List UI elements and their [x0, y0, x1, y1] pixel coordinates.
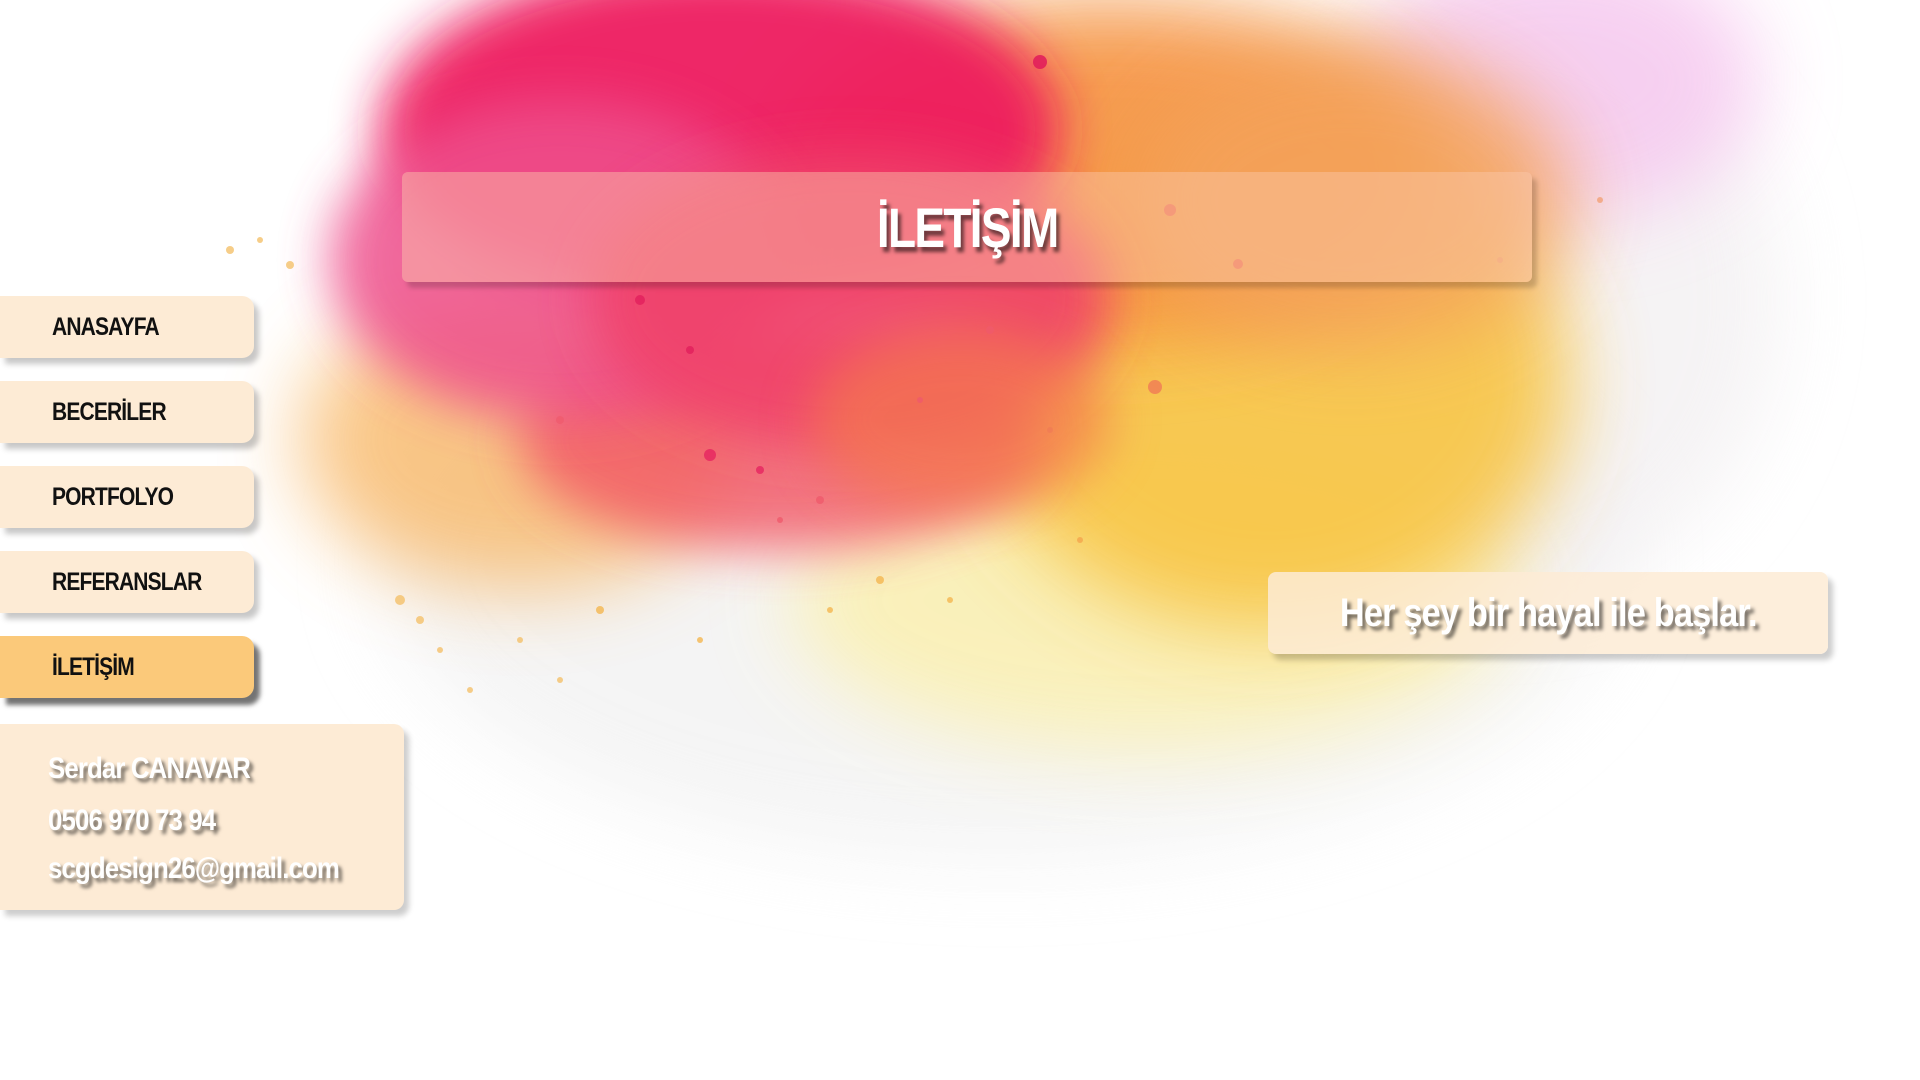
contact-email[interactable]: scgdesign26@gmail.com	[48, 852, 340, 886]
nav-item-label: İLETİŞİM	[52, 652, 135, 681]
nav-item-anasayfa[interactable]: ANASAYFA	[0, 296, 254, 358]
main-navigation: ANASAYFA BECERİLER PORTFOLYO REFERANSLAR…	[0, 296, 254, 721]
nav-item-referanslar[interactable]: REFERANSLAR	[0, 551, 254, 613]
nav-item-label: PORTFOLYO	[52, 482, 174, 511]
page: İLETİŞİM ANASAYFA BECERİLER PORTFOLYO RE…	[0, 0, 1920, 1080]
contact-phone[interactable]: 0506 970 73 94	[48, 804, 216, 838]
contact-name: Serdar CANAVAR	[48, 752, 251, 785]
nav-item-iletisim[interactable]: İLETİŞİM	[0, 636, 254, 698]
nav-item-label: REFERANSLAR	[52, 567, 202, 596]
page-title-banner: İLETİŞİM	[402, 172, 1532, 282]
nav-item-portfolyo[interactable]: PORTFOLYO	[0, 466, 254, 528]
contact-card: Serdar CANAVAR 0506 970 73 94 scgdesign2…	[0, 724, 404, 910]
watercolor-background	[226, 0, 1780, 860]
page-title: İLETİŞİM	[876, 195, 1059, 259]
slogan-text: Her şey bir hayal ile başlar.	[1339, 590, 1758, 635]
nav-item-label: BECERİLER	[52, 397, 167, 426]
nav-item-label: ANASAYFA	[52, 312, 160, 341]
nav-item-beceriler[interactable]: BECERİLER	[0, 381, 254, 443]
slogan-banner: Her şey bir hayal ile başlar.	[1268, 572, 1828, 654]
